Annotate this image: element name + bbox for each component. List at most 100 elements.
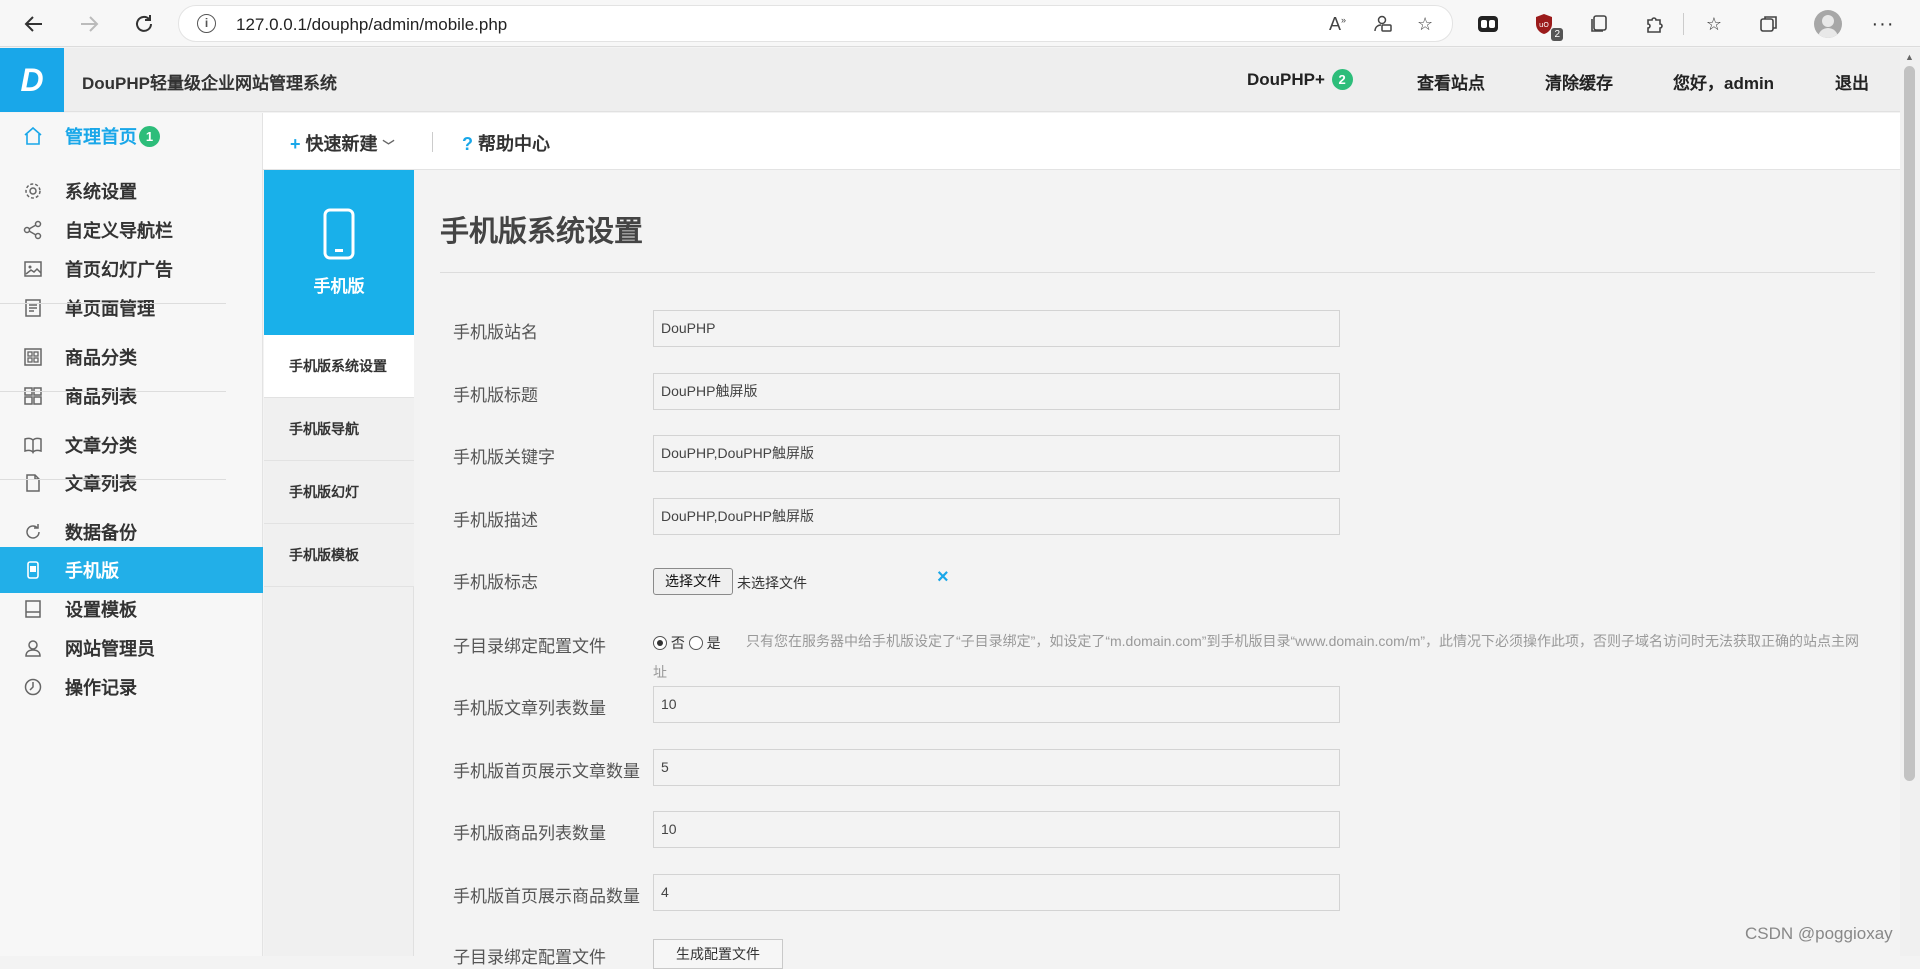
clock-icon bbox=[22, 676, 44, 698]
page-icon bbox=[22, 297, 44, 319]
title-label: 手机版标题 bbox=[453, 386, 538, 405]
browser-toolbar: i 127.0.0.1/douphp/admin/mobile.php A» ☆… bbox=[0, 0, 1920, 47]
home-article-num-label: 手机版首页展示文章数量 bbox=[453, 762, 640, 781]
ublock-icon[interactable]: uO 2 bbox=[1531, 11, 1563, 41]
scroll-up-icon[interactable]: ▲ bbox=[1905, 52, 1914, 62]
help-center-label: 帮助中心 bbox=[478, 134, 551, 154]
app-header: D DouPHP轻量级企业网站管理系统 DouPHP+ 2 查看站点 清除缓存 … bbox=[0, 48, 1900, 112]
refresh-icon[interactable] bbox=[128, 8, 160, 40]
account-icon[interactable] bbox=[1373, 14, 1393, 39]
toolbar-divider bbox=[1683, 13, 1684, 35]
sidebar-item-home[interactable]: 管理首页 1 bbox=[0, 113, 263, 159]
app-title: DouPHP轻量级企业网站管理系统 bbox=[82, 74, 337, 93]
subnav-item-nav[interactable]: 手机版导航 bbox=[264, 398, 414, 461]
sidebar-item-label: 单页面管理 bbox=[65, 299, 155, 319]
sidebar-item-label: 设置模板 bbox=[65, 600, 137, 620]
article-list-num-label: 手机版文章列表数量 bbox=[453, 699, 606, 718]
home-product-num-input[interactable]: 4 bbox=[653, 874, 1340, 911]
description-input[interactable]: DouPHP,DouPHP触屏版 bbox=[653, 498, 1340, 535]
sidebar-item-pages[interactable]: 单页面管理 bbox=[0, 285, 263, 331]
sidebar-item-label: 操作记录 bbox=[65, 678, 137, 698]
article-list-num-input[interactable]: 10 bbox=[653, 686, 1340, 723]
sidebar-item-label: 系统设置 bbox=[65, 182, 137, 202]
collections-add-icon[interactable] bbox=[1756, 11, 1782, 37]
sidebar-item-label: 数据备份 bbox=[65, 523, 137, 543]
user-icon bbox=[22, 637, 44, 659]
generate-config-button[interactable]: 生成配置文件 bbox=[653, 939, 783, 969]
phone-icon bbox=[323, 208, 355, 260]
extension-icon[interactable] bbox=[1475, 11, 1501, 37]
user-greeting[interactable]: 您好，admin bbox=[1673, 69, 1774, 94]
sidebar: 管理首页 1 系统设置 自定义导航栏 首页幻灯广告 单页面管理 商品分类 商品列… bbox=[0, 113, 263, 956]
ublock-count: 2 bbox=[1551, 28, 1563, 41]
question-icon: ? bbox=[462, 134, 473, 154]
sidebar-item-logs[interactable]: 操作记录 bbox=[0, 664, 263, 710]
home-product-num-label: 手机版首页展示商品数量 bbox=[453, 887, 640, 906]
page-scrollbar[interactable]: ▲ bbox=[1900, 48, 1920, 956]
sidebar-divider bbox=[0, 303, 226, 304]
subdir-hint: 只有您在服务器中给手机版设定了“子目录绑定”，如设定了“m.domain.com… bbox=[653, 633, 1860, 680]
collections-icon[interactable] bbox=[1586, 11, 1612, 37]
svg-text:uO: uO bbox=[1539, 21, 1549, 29]
main-content: 手机版系统设置 手机版站名 DouPHP 手机版标题 DouPHP触屏版 手机版… bbox=[414, 170, 1900, 969]
quick-new-menu[interactable]: + 快速新建 ﹀ bbox=[290, 130, 395, 156]
profile-avatar[interactable] bbox=[1814, 10, 1842, 38]
site-name-input[interactable]: DouPHP bbox=[653, 310, 1340, 347]
favorite-add-icon[interactable]: ☆ bbox=[1417, 14, 1433, 35]
clear-cache-link[interactable]: 清除缓存 bbox=[1545, 69, 1613, 94]
product-list-num-label: 手机版商品列表数量 bbox=[453, 824, 606, 843]
favorites-icon[interactable]: ☆ bbox=[1701, 11, 1727, 37]
logout-link[interactable]: 退出 bbox=[1835, 69, 1869, 94]
template-icon bbox=[22, 598, 44, 620]
subnav-header-label: 手机版 bbox=[313, 277, 365, 296]
logo-label: 手机版标志 bbox=[453, 573, 538, 592]
url-text[interactable]: 127.0.0.1/douphp/admin/mobile.php bbox=[236, 15, 507, 35]
sidebar-item-product-list[interactable]: 商品列表 bbox=[0, 373, 263, 419]
sidebar-divider bbox=[0, 479, 226, 480]
douphp-plus-link[interactable]: DouPHP+ 2 bbox=[1247, 69, 1353, 90]
subnav-item-system[interactable]: 手机版系统设置 bbox=[264, 335, 414, 398]
sidebar-item-label: 网站管理员 bbox=[65, 639, 155, 659]
subnav-item-slides[interactable]: 手机版幻灯 bbox=[264, 461, 414, 524]
home-icon bbox=[22, 125, 44, 147]
share-icon bbox=[22, 219, 44, 241]
site-info-icon[interactable]: i bbox=[197, 14, 216, 33]
file-icon bbox=[22, 472, 44, 494]
help-center-link[interactable]: ? 帮助中心 bbox=[462, 130, 550, 156]
address-bar[interactable]: i 127.0.0.1/douphp/admin/mobile.php A» ☆ bbox=[178, 5, 1453, 42]
douphp-plus-label: DouPHP+ bbox=[1247, 70, 1325, 89]
home-article-num-input[interactable]: 5 bbox=[653, 749, 1340, 786]
sidebar-home-label: 管理首页 bbox=[65, 127, 137, 147]
read-aloud-icon[interactable]: A» bbox=[1329, 14, 1346, 35]
choose-file-button[interactable]: 选择文件 bbox=[653, 568, 733, 595]
douphp-logo[interactable]: D bbox=[0, 48, 64, 112]
product-list-num-input[interactable]: 10 bbox=[653, 811, 1340, 848]
title-input[interactable]: DouPHP触屏版 bbox=[653, 373, 1340, 410]
back-icon[interactable] bbox=[18, 8, 50, 40]
extensions-puzzle-icon[interactable] bbox=[1641, 11, 1667, 37]
view-site-link[interactable]: 查看站点 bbox=[1417, 69, 1485, 94]
sidebar-item-article-list[interactable]: 文章列表 bbox=[0, 460, 263, 506]
home-badge: 1 bbox=[139, 125, 160, 147]
gear-icon bbox=[22, 180, 44, 202]
keywords-input[interactable]: DouPHP,DouPHP触屏版 bbox=[653, 435, 1340, 472]
mobile-icon bbox=[22, 559, 44, 581]
forward-icon[interactable] bbox=[73, 8, 105, 40]
sidebar-item-label: 商品列表 bbox=[65, 387, 137, 407]
douphp-plus-badge: 2 bbox=[1331, 69, 1353, 90]
more-menu-icon[interactable]: ··· bbox=[1870, 11, 1896, 37]
title-divider bbox=[440, 272, 1875, 273]
plus-icon: + bbox=[290, 134, 301, 154]
subnav-item-template[interactable]: 手机版模板 bbox=[264, 524, 414, 587]
clear-file-icon[interactable]: × bbox=[937, 566, 949, 589]
sidebar-item-label: 文章列表 bbox=[65, 474, 137, 494]
toolbar-divider bbox=[432, 132, 433, 152]
sidebar-item-label: 手机版 bbox=[65, 561, 119, 581]
refresh-icon bbox=[22, 521, 44, 543]
chevron-down-icon: ﹀ bbox=[382, 139, 395, 153]
top-toolbar: + 快速新建 ﹀ ? 帮助中心 bbox=[263, 113, 1900, 170]
grid-icon bbox=[22, 385, 44, 407]
scroll-thumb[interactable] bbox=[1904, 66, 1915, 781]
sidebar-item-label: 商品分类 bbox=[65, 348, 137, 368]
quick-new-label: 快速新建 bbox=[305, 134, 378, 154]
